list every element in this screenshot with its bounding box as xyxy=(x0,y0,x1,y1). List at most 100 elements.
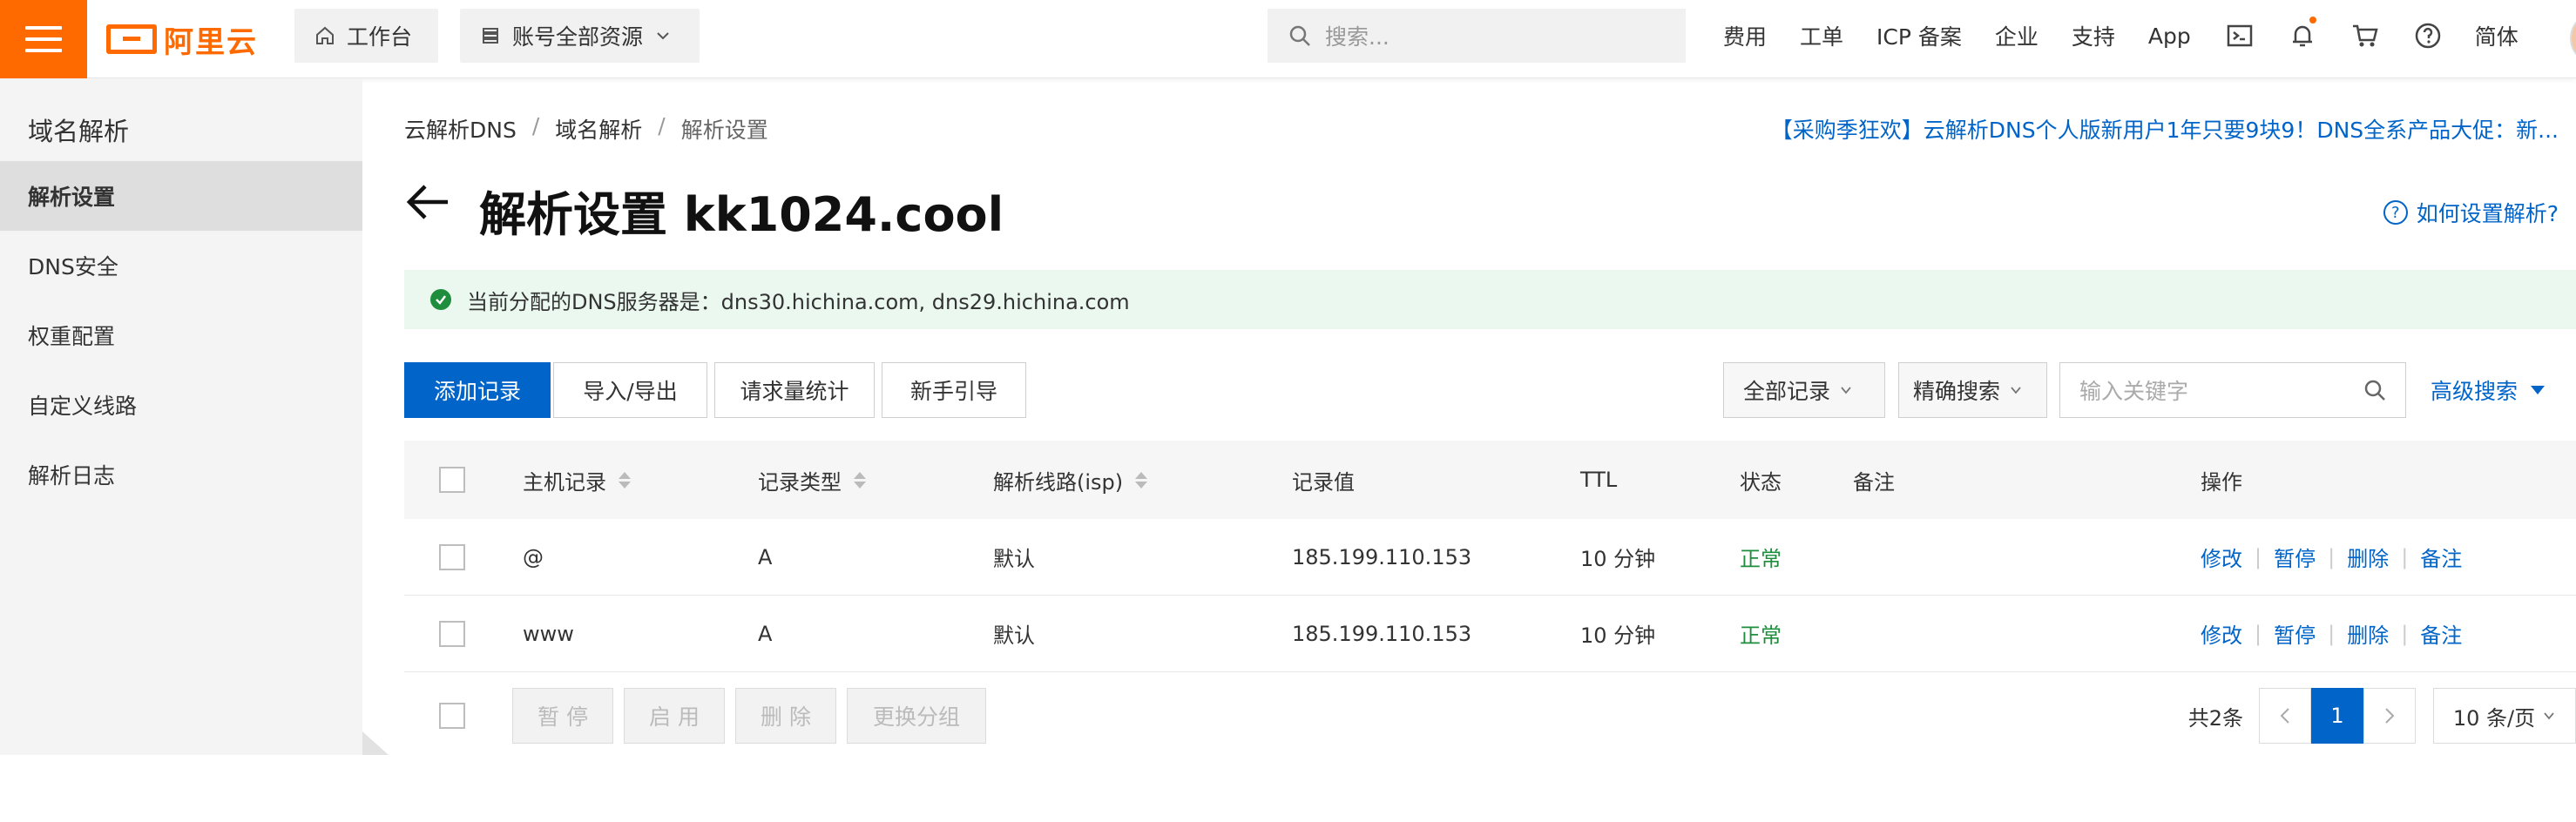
caret-down-icon xyxy=(2531,386,2546,394)
next-page-button[interactable] xyxy=(2363,688,2416,744)
pause-link[interactable]: 暂停 xyxy=(2274,618,2316,649)
cell-line: 默认 xyxy=(993,623,1035,648)
header-status: 状态 xyxy=(1740,469,1782,495)
delete-link[interactable]: 删除 xyxy=(2347,618,2389,649)
bell-icon[interactable] xyxy=(2287,17,2318,51)
header-type-label: 记录类型 xyxy=(758,469,842,495)
aliyun-logo-mark xyxy=(106,24,157,54)
cell-line: 默认 xyxy=(993,547,1035,571)
global-search-input[interactable]: 搜索... xyxy=(1268,9,1686,63)
header-line[interactable]: 解析线路(isp) xyxy=(993,441,1148,519)
sort-icon xyxy=(1135,471,1148,488)
list-icon xyxy=(483,28,498,44)
search-mode-select[interactable]: 精确搜索 xyxy=(1898,362,2047,418)
sort-icon xyxy=(854,471,866,488)
header-ttl: TTL xyxy=(1580,468,1618,492)
cell-ttl: 10 分钟 xyxy=(1580,623,1656,648)
records-toolbar: 添加记录 导入/导出 请求量统计 新手引导 全部记录 精确搜索 输入关键字 高级… xyxy=(404,362,2576,418)
header-note: 备注 xyxy=(1853,469,1895,495)
chevron-down-icon xyxy=(657,32,669,40)
header-type[interactable]: 记录类型 xyxy=(758,441,866,519)
cell-type: A xyxy=(758,621,773,646)
import-export-button[interactable]: 导入/导出 xyxy=(553,362,707,418)
dns-server-notice: 当前分配的DNS服务器是：dns30.hichina.com, dns29.hi… xyxy=(404,270,2576,329)
cart-icon[interactable] xyxy=(2350,20,2381,51)
request-stats-button[interactable]: 请求量统计 xyxy=(714,362,875,418)
sidebar-item-dns-logs[interactable]: 解析日志 xyxy=(0,440,362,509)
breadcrumb-item-domains[interactable]: 域名解析 xyxy=(555,113,642,145)
table-row: www A 默认 185.199.110.153 10 分钟 正常 修改 | 暂停… xyxy=(404,596,2576,672)
note-link[interactable]: 备注 xyxy=(2420,542,2462,572)
cell-host: www xyxy=(523,621,574,646)
resources-label: 账号全部资源 xyxy=(512,24,644,50)
sidebar-item-weight-config[interactable]: 权重配置 xyxy=(0,300,362,370)
sidebar-item-custom-lines[interactable]: 自定义线路 xyxy=(0,370,362,440)
chevron-down-icon xyxy=(1841,387,1851,394)
workbench-label: 工作台 xyxy=(347,24,413,50)
back-arrow-icon[interactable] xyxy=(404,181,453,228)
language-switch[interactable]: 简体 xyxy=(2475,20,2519,51)
add-record-button[interactable]: 添加记录 xyxy=(404,362,551,418)
header-host[interactable]: 主机记录 xyxy=(523,441,631,519)
cell-status: 正常 xyxy=(1740,547,1782,571)
sidebar-item-dns-security[interactable]: DNS安全 xyxy=(0,231,362,300)
question-icon: ? xyxy=(2383,200,2408,225)
aliyun-logo[interactable]: 阿里云 xyxy=(106,19,258,60)
bulk-actions-bar: 暂 停 启 用 删 除 更换分组 共2条 1 10 条/页 xyxy=(404,688,2576,744)
cell-type: A xyxy=(758,544,773,569)
record-filter-select[interactable]: 全部记录 xyxy=(1723,362,1885,418)
row-checkbox[interactable] xyxy=(439,596,465,671)
page-title: 解析设置 kk1024.cool xyxy=(479,187,1004,242)
terminal-icon[interactable] xyxy=(2224,20,2255,51)
row-checkbox[interactable] xyxy=(439,519,465,595)
table-row: @ A 默认 185.199.110.153 10 分钟 正常 修改 | 暂停 | … xyxy=(404,519,2576,596)
search-mode-value: 精确搜索 xyxy=(1913,379,2001,404)
sidebar-title: 域名解析 xyxy=(28,117,130,146)
page-size-select[interactable]: 10 条/页 xyxy=(2433,688,2576,744)
keyword-search-input[interactable]: 输入关键字 xyxy=(2059,362,2406,418)
table-footer xyxy=(767,766,2576,822)
chevron-down-icon xyxy=(2544,712,2554,720)
pagination: 共2条 1 10 条/页 xyxy=(2188,688,2576,744)
notification-dot xyxy=(2309,17,2316,24)
advanced-search-label: 高级搜索 xyxy=(2431,379,2519,404)
account-resources-dropdown[interactable]: 账号全部资源 xyxy=(460,9,700,63)
nav-link-support[interactable]: 支持 xyxy=(2072,20,2115,51)
hamburger-menu-icon[interactable] xyxy=(0,0,87,78)
workbench-button[interactable]: 工作台 xyxy=(294,9,438,63)
sidebar-item-dns-settings[interactable]: 解析设置 xyxy=(0,161,362,231)
edit-link[interactable]: 修改 xyxy=(2201,542,2242,572)
top-navigation-bar: 阿里云 工作台 账号全部资源 搜索... 费用 工单 ICP 备案 企业 支持 … xyxy=(0,0,2576,78)
search-icon xyxy=(1289,25,1310,46)
bulk-enable-button[interactable]: 启 用 xyxy=(624,688,725,744)
breadcrumb-item-dns[interactable]: 云解析DNS xyxy=(404,113,517,145)
notice-text: 当前分配的DNS服务器是：dns30.hichina.com, dns29.hi… xyxy=(467,289,1130,314)
promo-link[interactable]: 【采购季狂欢】云解析DNS个人版新用户1年只要9块9！DNS全系产品大促：新..… xyxy=(1771,113,2559,145)
chevron-down-icon xyxy=(2011,387,2021,394)
nav-link-enterprise[interactable]: 企业 xyxy=(1995,20,2038,51)
change-group-button[interactable]: 更换分组 xyxy=(847,688,986,744)
note-link[interactable]: 备注 xyxy=(2420,618,2462,649)
nav-link-tickets[interactable]: 工单 xyxy=(1800,20,1843,51)
bulk-pause-button[interactable]: 暂 停 xyxy=(512,688,613,744)
breadcrumb-separator: / xyxy=(658,113,666,138)
prev-page-button[interactable] xyxy=(2259,688,2311,744)
select-all-checkbox[interactable] xyxy=(439,441,465,519)
avatar[interactable] xyxy=(2570,12,2576,64)
cell-value: 185.199.110.153 xyxy=(1292,544,1472,569)
page-number-current[interactable]: 1 xyxy=(2311,688,2363,744)
pause-link[interactable]: 暂停 xyxy=(2274,542,2316,572)
help-icon[interactable] xyxy=(2412,20,2444,51)
how-to-configure-link[interactable]: ? 如何设置解析? xyxy=(2383,197,2559,228)
top-nav-links: 费用 工单 ICP 备案 企业 支持 App 简体 xyxy=(1723,0,2552,71)
bulk-delete-button[interactable]: 删 除 xyxy=(735,688,836,744)
beginner-guide-button[interactable]: 新手引导 xyxy=(882,362,1026,418)
search-placeholder: 搜索... xyxy=(1325,24,1389,50)
advanced-search-toggle[interactable]: 高级搜索 xyxy=(2431,362,2546,418)
nav-link-icp[interactable]: ICP 备案 xyxy=(1876,20,1962,51)
edit-link[interactable]: 修改 xyxy=(2201,618,2242,649)
delete-link[interactable]: 删除 xyxy=(2347,542,2389,572)
nav-link-app[interactable]: App xyxy=(2148,24,2191,49)
footer-select-all-checkbox[interactable] xyxy=(439,688,465,744)
nav-link-fees[interactable]: 费用 xyxy=(1723,20,1767,51)
